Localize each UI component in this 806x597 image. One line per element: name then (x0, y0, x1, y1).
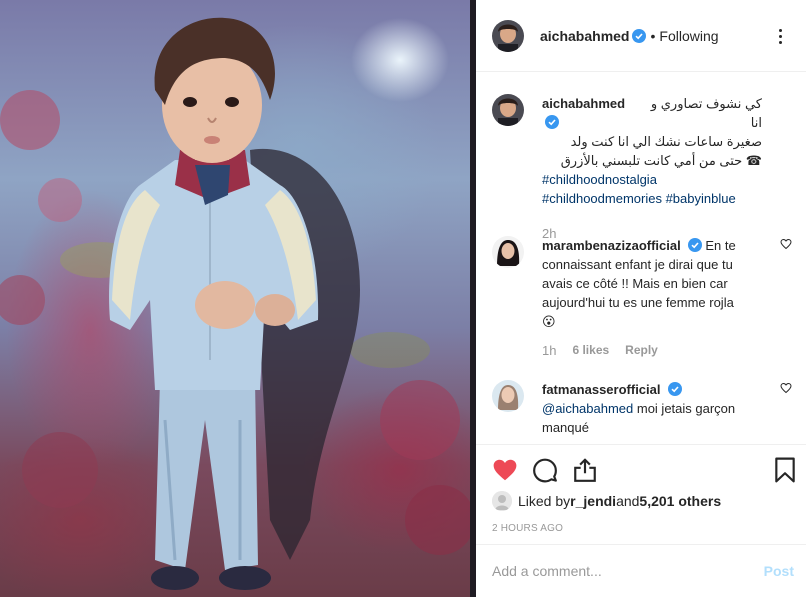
photo-illustration (0, 17, 475, 590)
commenter-username[interactable]: fatmanasserofficial (542, 382, 661, 397)
verified-badge-icon (632, 28, 647, 43)
comments-panel[interactable]: aichabahmed كي نشوف تصاوري و انا صغيرة س… (476, 72, 806, 444)
comment: marambenazizaofficial En te connaissant … (492, 236, 792, 358)
post-comment-button[interactable]: Post (764, 563, 794, 579)
header-name-row: aichabahmed • Following (540, 28, 719, 44)
commenter-username[interactable]: marambenazizaofficial (542, 238, 681, 253)
author-username[interactable]: aichabahmed (540, 28, 629, 44)
post-photo[interactable] (0, 0, 476, 597)
hashtag-link[interactable]: #childhoodnostalgia (542, 170, 792, 189)
caption-avatar[interactable] (492, 94, 524, 126)
comment-input[interactable]: Add a comment... (492, 563, 764, 579)
comment: fatmanasserofficial @aichabahmed moi jet… (492, 380, 792, 437)
caption-text-line1: كي نشوف تصاوري و انا (650, 96, 762, 130)
like-heart-icon[interactable] (492, 457, 518, 483)
caption: aichabahmed كي نشوف تصاوري و انا صغيرة س… (492, 94, 792, 241)
commenter-avatar[interactable] (492, 236, 524, 268)
likes-summary: Liked by r_jendi and 5,201 others (492, 491, 721, 511)
reply-button[interactable]: Reply (625, 343, 658, 358)
comment-text-line4: aujourd'hui tu es une femme rojla (542, 295, 734, 310)
verified-badge-icon (545, 115, 559, 129)
author-avatar[interactable] (492, 19, 524, 52)
share-icon[interactable] (572, 457, 598, 483)
separator-dot: • (650, 27, 656, 44)
action-bar: Liked by r_jendi and 5,201 others 2 HOUR… (476, 444, 806, 544)
commenter-avatar[interactable] (492, 380, 524, 412)
caption-text-line3: ☎ حتى من أمي كانت تلبسني بالأزرق (560, 153, 762, 168)
comment-bubble-icon[interactable] (532, 457, 558, 483)
comment-text-line3: avais ce côté !! Mais en bien car (542, 276, 728, 291)
comment-time[interactable]: 1h (542, 343, 556, 358)
comment-text-line2: manqué (542, 420, 589, 435)
like-comment-heart-icon[interactable] (780, 238, 792, 250)
hashtag-link[interactable]: #childhoodmemories (542, 191, 662, 206)
save-bookmark-icon[interactable] (772, 457, 798, 483)
like-comment-heart-icon[interactable] (780, 382, 792, 394)
more-options-icon[interactable] (768, 24, 792, 48)
comment-text-line1: En te (705, 238, 736, 253)
comment-likes[interactable]: 6 likes (572, 343, 609, 358)
comment-composer: Add a comment... Post (476, 544, 806, 597)
comment-text-line5: 😮 (542, 314, 556, 329)
liked-by-user[interactable]: r_jendi (570, 493, 616, 509)
caption-text-line2: صغيرة ساعات نشك الي انا كنت ولد (570, 134, 762, 149)
caption-username[interactable]: aichabahmed (542, 96, 625, 111)
comment-text-line2: connaissant enfant je dirai que tu (542, 257, 733, 272)
liker-avatar[interactable] (492, 491, 512, 511)
comment-meta: 1h 6 likes Reply (542, 343, 792, 358)
hashtag-link[interactable]: #babyinblue (666, 191, 736, 206)
comment-text-line1: moi jetais garçon (633, 401, 736, 416)
liked-by-and: and (616, 493, 640, 509)
liked-others-link[interactable]: 5,201 others (639, 493, 721, 509)
verified-badge-icon (687, 238, 702, 252)
liked-by-label: Liked by (518, 493, 571, 509)
following-button[interactable]: Following (659, 28, 718, 44)
mention-link[interactable]: @aichabahmed (542, 401, 633, 416)
verified-badge-icon (667, 382, 682, 396)
post-timestamp[interactable]: 2 HOURS AGO (492, 523, 563, 534)
post-header: aichabahmed • Following (476, 0, 806, 72)
